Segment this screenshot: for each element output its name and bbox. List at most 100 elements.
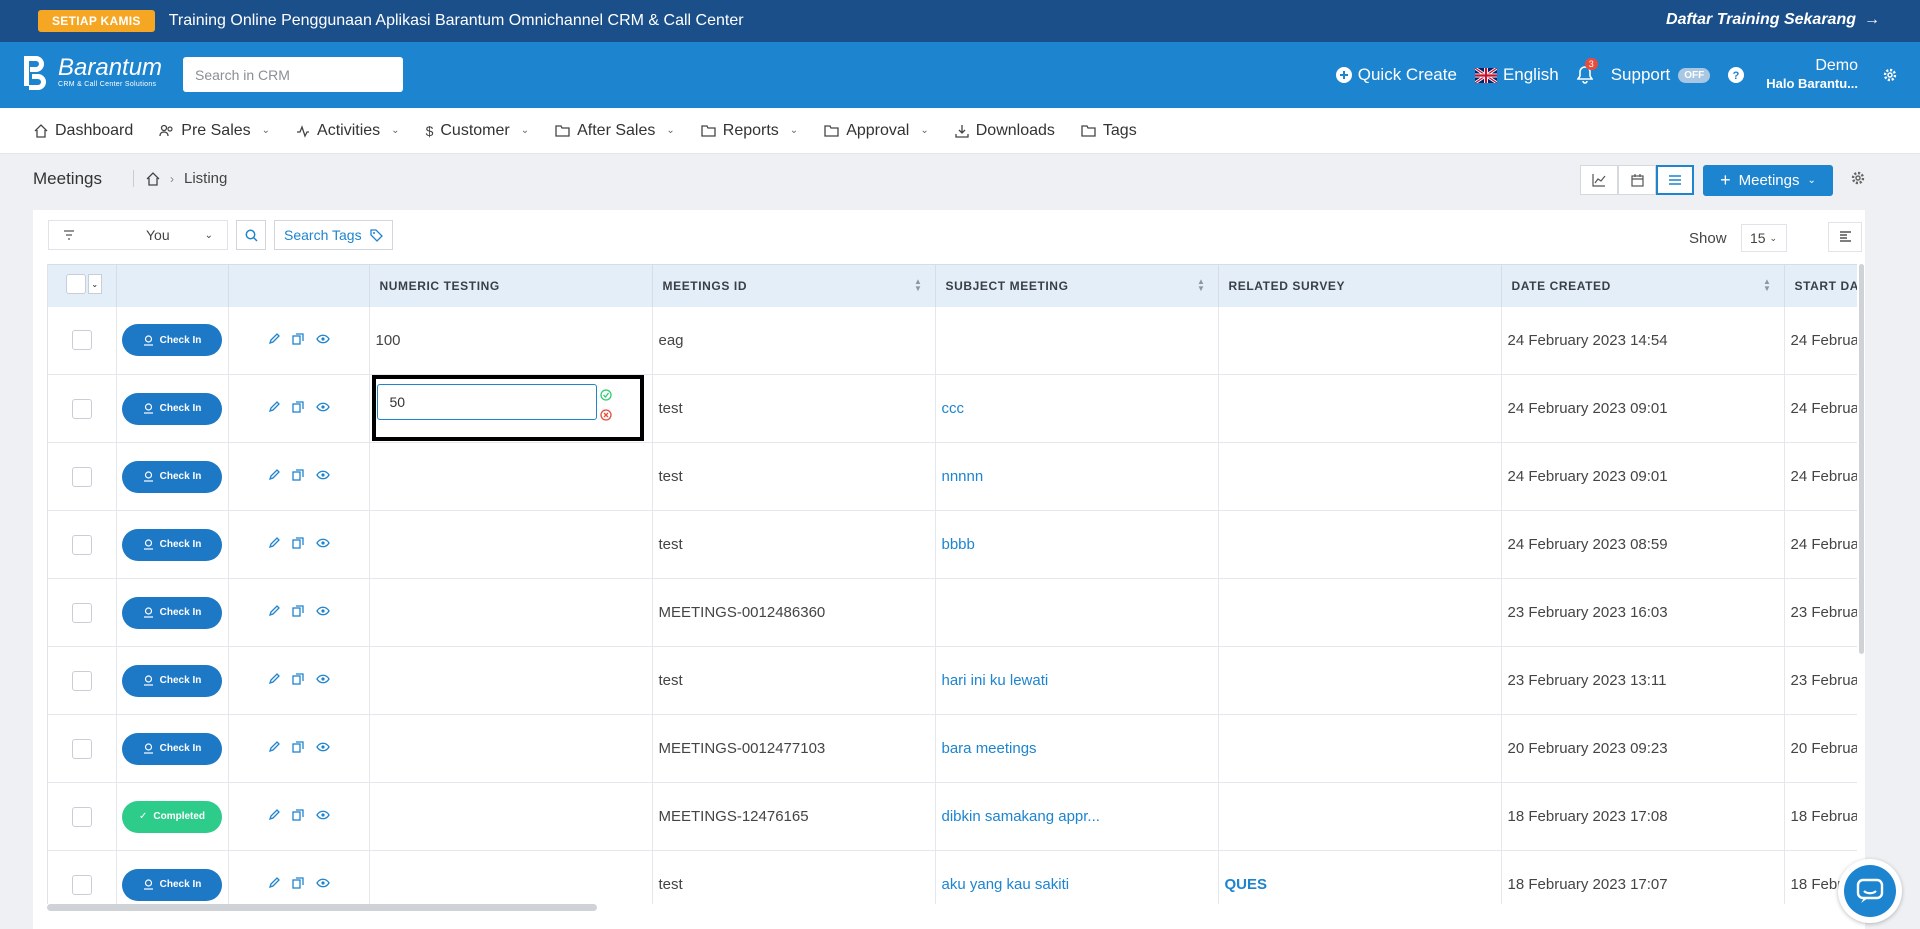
meetings-id-cell[interactable]: test	[652, 442, 936, 511]
numeric-testing-cell[interactable]	[369, 510, 653, 579]
training-register-link[interactable]: Daftar Training Sekarang →	[1666, 11, 1880, 29]
check-in-button[interactable]: Check In	[122, 868, 222, 901]
eye-icon[interactable]	[315, 334, 330, 344]
copy-icon[interactable]	[291, 333, 304, 345]
subject-meeting-link[interactable]: bbbb	[935, 510, 1219, 579]
page-size-select[interactable]: 15 ⌄	[1740, 224, 1787, 252]
list-view-button[interactable]	[1656, 165, 1694, 195]
copy-icon[interactable]	[291, 877, 304, 889]
pencil-icon[interactable]	[268, 401, 280, 413]
eye-icon[interactable]	[315, 878, 330, 888]
user-menu[interactable]: Demo Halo Barantu...	[1766, 57, 1858, 93]
meetings-id-cell[interactable]: MEETINGS-12476165	[652, 782, 936, 851]
settings-button[interactable]	[1882, 67, 1898, 83]
notifications-button[interactable]: 3	[1576, 58, 1598, 84]
start-date-header[interactable]: START DA	[1784, 264, 1857, 307]
meetings-id-cell[interactable]: eag	[652, 306, 936, 375]
language-selector[interactable]: English	[1474, 65, 1559, 85]
row-checkbox[interactable]	[71, 466, 92, 487]
eye-icon[interactable]	[315, 674, 330, 684]
subject-meeting-link[interactable]: nnnnn	[935, 442, 1219, 511]
pencil-icon[interactable]	[268, 877, 280, 889]
nav-approval[interactable]: Approval ⌄	[824, 122, 929, 140]
numeric-testing-edit-input[interactable]	[376, 384, 597, 420]
pencil-icon[interactable]	[268, 605, 280, 617]
related-survey-link[interactable]	[1218, 510, 1502, 579]
eye-icon[interactable]	[315, 538, 330, 548]
copy-icon[interactable]	[291, 673, 304, 685]
live-chat-button[interactable]	[1838, 859, 1902, 923]
support-toggle[interactable]: Support OFF	[1611, 65, 1711, 85]
nav-dashboard[interactable]: Dashboard	[34, 122, 133, 140]
pencil-icon[interactable]	[268, 332, 280, 345]
table-row[interactable]: Check In test aku yang kau sakiti QUES 1…	[48, 850, 1857, 904]
subject-meeting-link[interactable]: bara meetings	[935, 714, 1219, 783]
table-row[interactable]: Check In test bbbb 24 February 2023 08:5…	[48, 510, 1857, 579]
chart-view-button[interactable]	[1580, 165, 1618, 195]
related-survey-link[interactable]	[1218, 646, 1502, 715]
table-row[interactable]: Check In test nnnnn 24 February 2023 09:…	[48, 442, 1857, 511]
check-in-button[interactable]: Check In	[122, 528, 222, 561]
row-checkbox[interactable]	[71, 738, 92, 759]
completed-button[interactable]: ✓ Completed	[122, 800, 222, 833]
owner-filter-select[interactable]: You ⌄	[48, 220, 228, 250]
vertical-scrollbar[interactable]	[1859, 264, 1864, 654]
eye-icon[interactable]	[315, 742, 330, 752]
related-survey-header[interactable]: RELATED SURVEY	[1218, 264, 1502, 307]
select-all-checkbox[interactable]	[66, 274, 86, 295]
support-status-toggle[interactable]: OFF	[1678, 67, 1711, 83]
numeric-testing-header[interactable]: NUMERIC TESTING	[369, 264, 653, 307]
quick-create-button[interactable]: Quick Create	[1335, 65, 1457, 85]
related-survey-link[interactable]	[1218, 578, 1502, 647]
meetings-id-cell[interactable]: test	[652, 646, 936, 715]
calendar-view-button[interactable]	[1618, 165, 1656, 195]
table-row[interactable]: Check In MEETINGS-0012486360 23 February…	[48, 578, 1857, 647]
horizontal-scrollbar[interactable]	[47, 904, 597, 911]
row-checkbox[interactable]	[71, 806, 92, 827]
related-survey-link[interactable]: QUES	[1218, 850, 1502, 904]
subject-meeting-link[interactable]: aku yang kau sakiti	[935, 850, 1219, 904]
eye-icon[interactable]	[315, 402, 330, 412]
column-config-button[interactable]	[1828, 222, 1862, 252]
check-in-button[interactable]: Check In	[122, 732, 222, 765]
check-circle-icon[interactable]	[599, 389, 612, 401]
sort-icon[interactable]: ▲ ▼	[1197, 278, 1206, 293]
home-icon[interactable]	[146, 171, 160, 186]
copy-icon[interactable]	[291, 401, 304, 413]
check-in-button[interactable]: Check In	[122, 460, 222, 493]
pencil-icon[interactable]	[268, 537, 280, 549]
table-search-button[interactable]	[236, 220, 266, 250]
numeric-testing-cell[interactable]: 100	[369, 306, 653, 375]
meetings-id-cell[interactable]: MEETINGS-0012477103	[652, 714, 936, 783]
nav-reports[interactable]: Reports ⌄	[701, 122, 798, 140]
nav-tags[interactable]: Tags	[1081, 122, 1137, 140]
table-row[interactable]: Check In test hari ini ku lewati 23 Febr…	[48, 646, 1857, 715]
nav-activities[interactable]: Activities ⌄	[296, 122, 400, 140]
numeric-testing-cell[interactable]	[369, 850, 653, 904]
row-checkbox[interactable]	[71, 330, 92, 351]
date-created-header[interactable]: DATE CREATED ▲ ▼	[1501, 264, 1785, 307]
cancel-circle-icon[interactable]	[599, 409, 612, 421]
table-row[interactable]: ✓ Completed MEETINGS-12476165 dibkin sama…	[48, 782, 1857, 851]
pencil-icon[interactable]	[268, 809, 280, 821]
pencil-icon[interactable]	[268, 469, 280, 481]
copy-icon[interactable]	[291, 809, 304, 821]
meetings-id-header[interactable]: MEETINGS ID ▲ ▼	[652, 264, 936, 307]
check-in-button[interactable]: Check In	[122, 664, 222, 697]
numeric-testing-cell[interactable]	[369, 646, 653, 715]
subject-meeting-link[interactable]	[935, 306, 1219, 375]
related-survey-link[interactable]	[1218, 374, 1502, 443]
copy-icon[interactable]	[291, 537, 304, 549]
numeric-testing-cell[interactable]	[369, 714, 653, 783]
sort-icon[interactable]: ▲ ▼	[914, 278, 923, 293]
subject-meeting-link[interactable]: ccc	[935, 374, 1219, 443]
numeric-testing-cell[interactable]	[369, 782, 653, 851]
copy-icon[interactable]	[291, 741, 304, 753]
row-checkbox[interactable]	[71, 602, 92, 623]
meetings-id-cell[interactable]: MEETINGS-0012486360	[652, 578, 936, 647]
meetings-id-cell[interactable]: test	[652, 850, 936, 904]
check-in-button[interactable]: Check In	[122, 596, 222, 629]
nav-downloads[interactable]: Downloads	[955, 122, 1055, 140]
meetings-table-container[interactable]: ⌄ NUMERIC TESTING MEETINGS ID ▲ ▼ SUBJECT …	[47, 264, 1857, 904]
numeric-testing-cell[interactable]	[369, 578, 653, 647]
